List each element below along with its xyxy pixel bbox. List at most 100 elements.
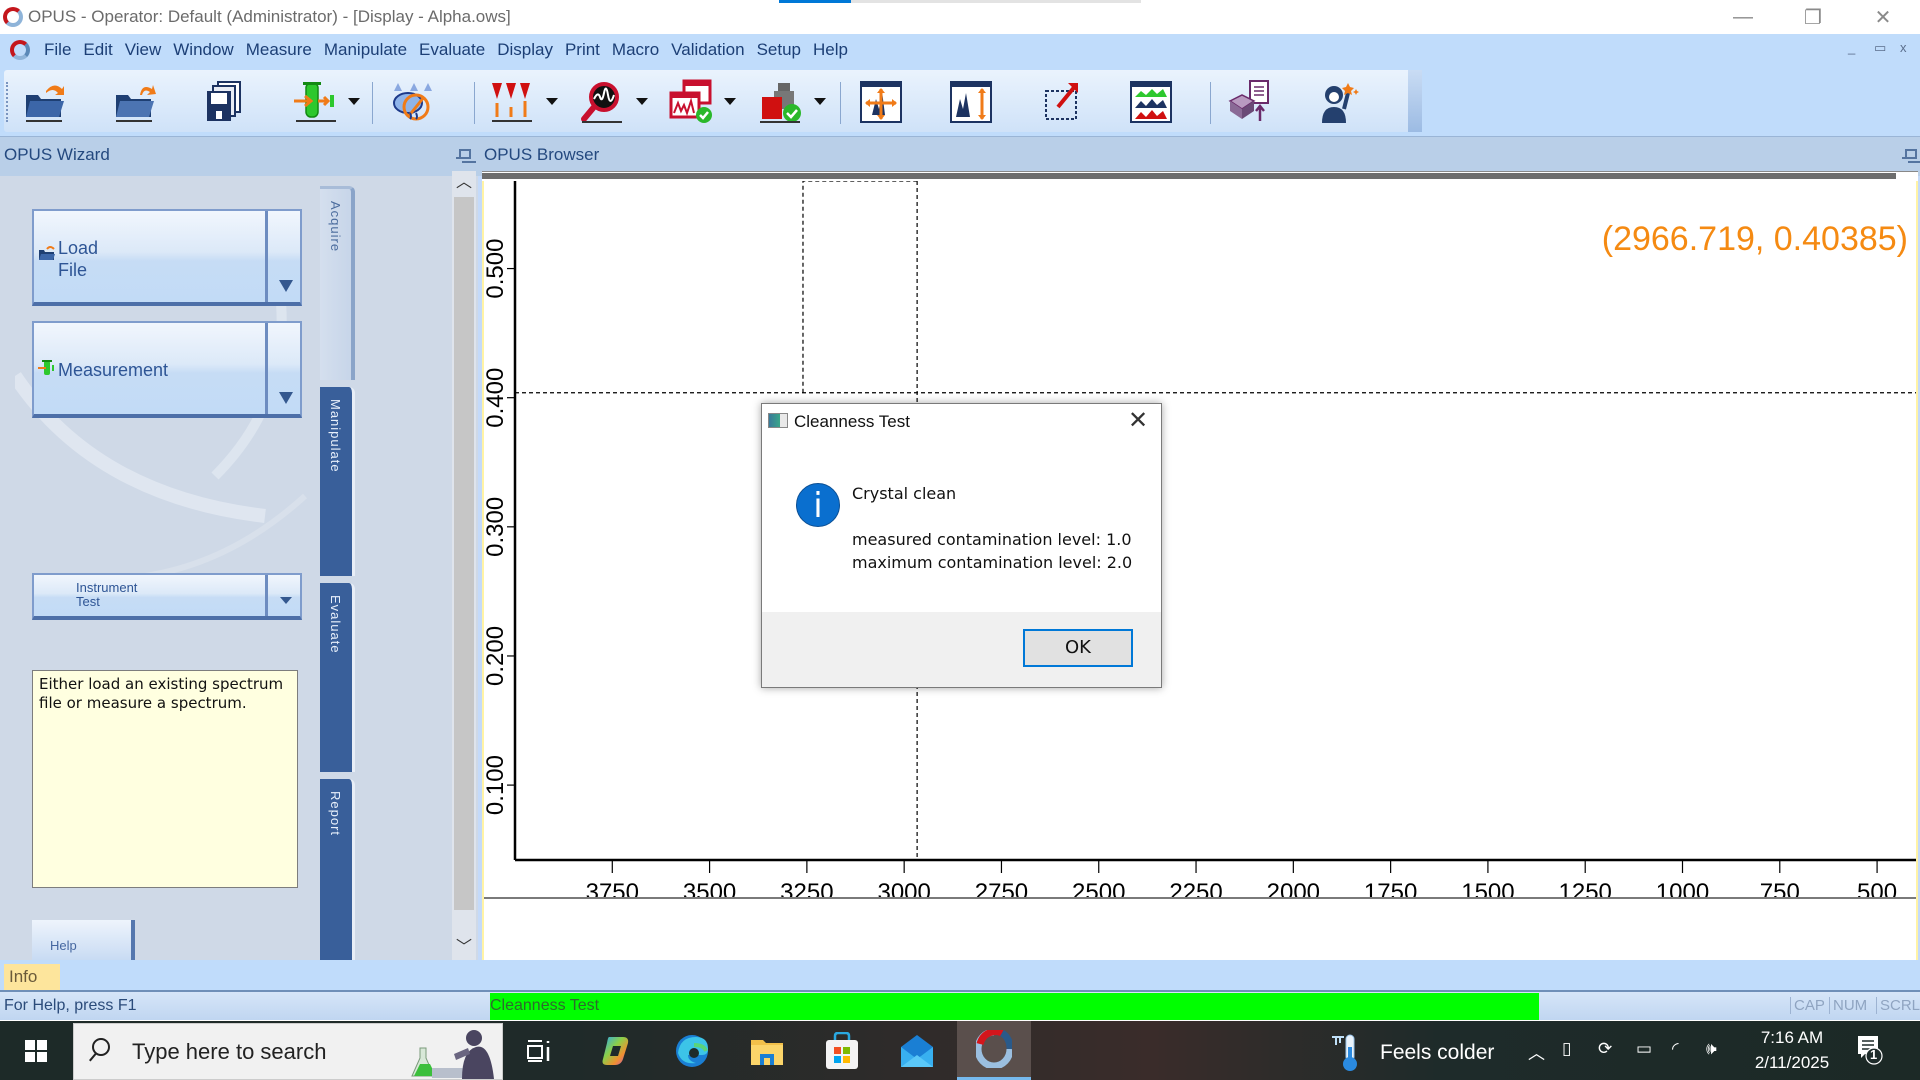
scale-y-button[interactable]: [946, 78, 996, 126]
close-window-button[interactable]: ✕: [1848, 0, 1918, 34]
scroll-down-icon[interactable]: ﹀: [452, 936, 476, 960]
overlay-spectra-icon: [1130, 81, 1172, 123]
menu-macro[interactable]: Macro: [606, 34, 665, 66]
menu-display[interactable]: Display: [491, 34, 559, 66]
copilot-button[interactable]: [586, 1021, 646, 1080]
peak-pick-button[interactable]: [488, 78, 538, 126]
save-button[interactable]: [200, 78, 250, 126]
menu-file[interactable]: File: [38, 34, 77, 66]
file-explorer-button[interactable]: [737, 1021, 797, 1080]
spectrum-display[interactable]: 3750 3500 3250 3000 2750 2500 2250 2000 1750 1500…: [482, 171, 1918, 962]
instrument-test-wizard-button[interactable]: Instrument Test: [32, 573, 302, 620]
mdi-restore-button[interactable]: ▭: [1874, 40, 1886, 56]
instrument-test-dropdown[interactable]: [271, 575, 300, 616]
measurement-main[interactable]: Measurement: [34, 323, 268, 414]
edge-icon: [676, 1034, 708, 1067]
y-tick-label: 0.500: [484, 239, 509, 299]
scroll-up-icon[interactable]: ︿: [452, 171, 476, 195]
menu-window[interactable]: Window: [167, 34, 239, 66]
help-label: Help: [50, 938, 77, 953]
sync-icon[interactable]: ⟳: [1598, 1039, 1612, 1059]
overlay-spectra-button[interactable]: [1126, 78, 1176, 126]
measure-button[interactable]: [290, 78, 340, 126]
status-task-text: Cleanness Test: [490, 997, 600, 1014]
toolbar-overflow-button[interactable]: [1408, 70, 1422, 132]
tab-manipulate[interactable]: Manipulate: [320, 387, 355, 576]
mdi-minimize-button[interactable]: _: [1848, 40, 1855, 55]
menu-manipulate[interactable]: Manipulate: [318, 34, 413, 66]
load-file-button[interactable]: [110, 78, 160, 126]
pin-icon[interactable]: [456, 147, 471, 165]
scale-all-button[interactable]: [856, 78, 906, 126]
print-report-button[interactable]: [1224, 78, 1274, 126]
taskbar-clock[interactable]: 7:16 AM 2/11/2025: [1742, 1025, 1842, 1075]
wizard-scrollbar[interactable]: ︿ ﹀: [452, 171, 476, 960]
toolbar-grip[interactable]: [6, 82, 8, 122]
load-file-wizard-button[interactable]: Load File: [32, 209, 302, 306]
opus-taskbar-button[interactable]: [957, 1021, 1031, 1080]
display-overview-bar[interactable]: [482, 171, 1918, 181]
menu-setup[interactable]: Setup: [751, 34, 807, 66]
wizard-help-button[interactable]: Help: [32, 920, 135, 960]
instrument-test-label-line1: Instrument: [76, 580, 138, 595]
validation-icon: [669, 79, 712, 123]
dialog-maximum-level: maximum contamination level: 2.0: [852, 553, 1133, 572]
toolbar-separator: [840, 82, 841, 124]
peak-pick-dropdown[interactable]: [546, 98, 558, 105]
measurement-wizard-button[interactable]: Measurement: [32, 321, 302, 418]
load-file-main[interactable]: Load File: [34, 211, 268, 302]
menu-validation[interactable]: Validation: [665, 34, 750, 66]
ok-button[interactable]: OK: [1023, 629, 1133, 667]
scrollbar-thumb[interactable]: [454, 197, 474, 910]
task-view-button[interactable]: [509, 1021, 569, 1080]
zoom-region-button[interactable]: [1036, 78, 1086, 126]
info-tab[interactable]: Info: [4, 964, 60, 990]
menu-edit[interactable]: Edit: [77, 34, 118, 66]
volume-icon[interactable]: 🕪: [1706, 1039, 1717, 1059]
taskbar-search-box[interactable]: Type here to search: [73, 1023, 503, 1080]
open-file-button[interactable]: [20, 78, 70, 126]
search-spectrum-button[interactable]: [578, 78, 628, 126]
validation-dropdown[interactable]: [724, 98, 736, 105]
restore-button[interactable]: ❐: [1778, 0, 1848, 34]
weather-widget[interactable]: Feels colder: [1330, 1033, 1494, 1078]
pin-icon[interactable]: [1902, 147, 1917, 165]
battery-icon[interactable]: ▭: [1636, 1039, 1652, 1059]
search-spectrum-dropdown[interactable]: [636, 98, 648, 105]
mdi-close-button[interactable]: x: [1900, 40, 1907, 55]
show-hidden-icons-chevron-icon[interactable]: ︿: [1528, 1039, 1545, 1064]
measure-dropdown[interactable]: [348, 98, 360, 105]
start-button[interactable]: [0, 1021, 72, 1080]
instrument-test-dropdown[interactable]: [814, 98, 826, 105]
menu-view[interactable]: View: [119, 34, 168, 66]
peak-pick-icon: [492, 83, 532, 122]
windows-taskbar: Type here to search Feels colder ︿ ▯ ⟳ ▭: [0, 1021, 1920, 1080]
load-file-dropdown[interactable]: [271, 211, 300, 302]
menu-measure[interactable]: Measure: [240, 34, 318, 66]
instrument-test-main[interactable]: Instrument Test: [34, 575, 268, 616]
x-tick-label: 1000: [1656, 879, 1709, 906]
validation-button[interactable]: [666, 78, 716, 126]
tab-report[interactable]: Report: [320, 779, 355, 960]
status-help-text: For Help, press F1: [4, 997, 137, 1014]
print-report-icon: [1228, 80, 1269, 121]
mail-button[interactable]: [887, 1021, 947, 1080]
edge-button[interactable]: [662, 1021, 722, 1080]
dialog-close-button[interactable]: ✕: [1121, 406, 1155, 436]
wizard-assistant-button[interactable]: [1314, 78, 1364, 126]
menu-print[interactable]: Print: [559, 34, 606, 66]
wifi-icon[interactable]: ◜: [1672, 1039, 1679, 1059]
microsoft-store-button[interactable]: [812, 1021, 872, 1080]
menu-evaluate[interactable]: Evaluate: [413, 34, 491, 66]
atmospheric-compensation-button[interactable]: [386, 78, 436, 126]
tab-evaluate[interactable]: Evaluate: [320, 583, 355, 772]
camera-icon[interactable]: ▯: [1562, 1039, 1571, 1059]
spectrum-chart[interactable]: 3750 3500 3250 3000 2750 2500 2250 2000 1750 1500…: [484, 173, 1916, 960]
opus-menu-logo-icon[interactable]: [10, 40, 30, 60]
minimize-button[interactable]: —: [1708, 0, 1778, 34]
measurement-dropdown[interactable]: [271, 323, 300, 414]
notification-center-button[interactable]: 1: [1857, 1035, 1883, 1065]
instrument-test-button[interactable]: [756, 78, 806, 126]
menu-help[interactable]: Help: [807, 34, 854, 66]
tab-acquire[interactable]: Acquire: [320, 186, 355, 380]
